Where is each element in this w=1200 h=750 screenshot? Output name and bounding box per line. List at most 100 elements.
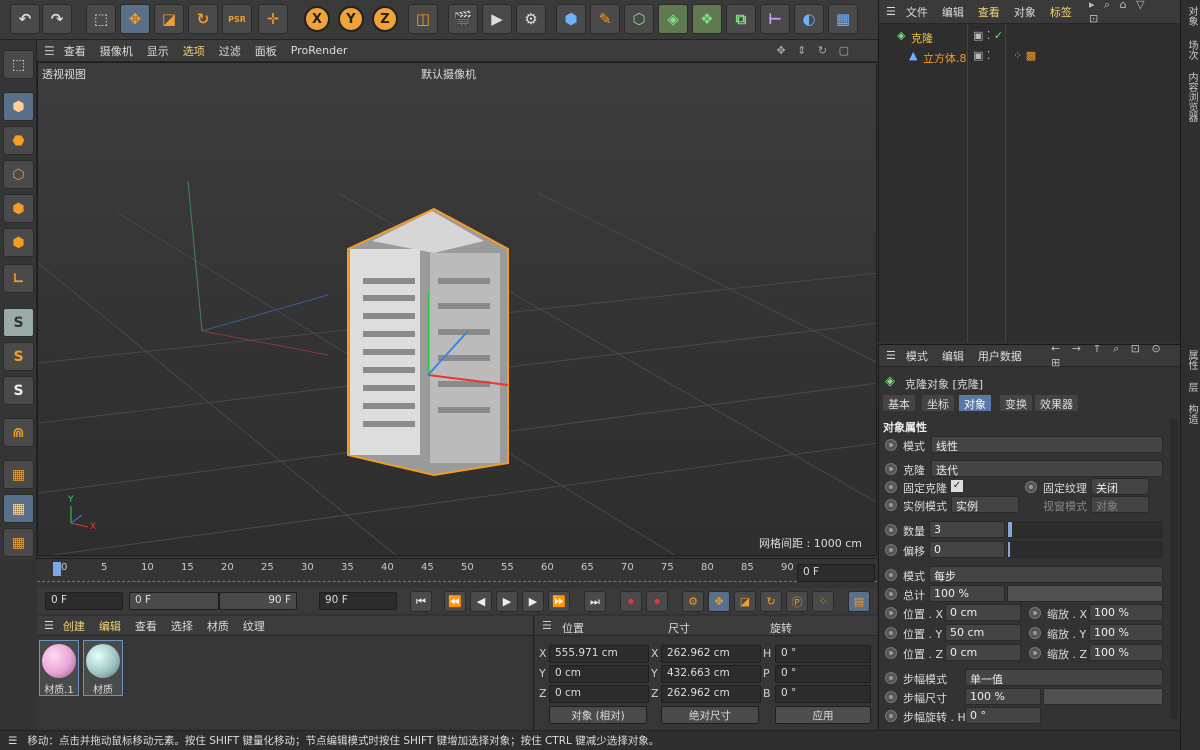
total-field[interactable]: 100 % [929, 585, 1005, 602]
z-axis-button[interactable]: Z [372, 6, 398, 32]
make-editable-icon[interactable]: ⬚ [3, 50, 34, 79]
object-row-cube[interactable]: ▲ 立方体.8 ▣ ⁚ ⁘ ▩ [879, 48, 1179, 66]
render-settings-icon[interactable]: ⚙ [516, 4, 546, 34]
material-item[interactable]: 材质 [83, 640, 123, 696]
side-tab-structure[interactable]: 构造 [1184, 404, 1199, 424]
mode2-select[interactable]: 每步 [929, 566, 1163, 583]
side-tab-attributes[interactable]: 属性 [1184, 350, 1199, 370]
side-tab-layers[interactable]: 层 [1184, 382, 1199, 392]
instance-select[interactable]: 实例 [951, 496, 1019, 513]
material-menu-select[interactable]: 选择 [171, 618, 193, 634]
current-frame-field[interactable]: 0 F [797, 564, 875, 582]
attr-menu-mode[interactable]: 模式 [906, 348, 928, 364]
end-frame-field[interactable]: 90 F [319, 592, 397, 610]
mode-select[interactable]: 线性 [931, 436, 1163, 453]
timeline-ruler[interactable]: 0 5 10 15 20 25 30 35 40 45 50 55 60 65 70 75 80 85 90 0 F [37, 558, 877, 588]
side-tab-takes[interactable]: 场次 [1184, 40, 1199, 60]
floor-icon[interactable]: ▦ [828, 4, 858, 34]
cloner-icon[interactable]: ◈ [658, 4, 688, 34]
play-icon[interactable]: ▶ [496, 591, 518, 612]
record-icon[interactable]: ⏺ [620, 591, 642, 612]
point-mode-icon[interactable]: ⬡ [3, 160, 34, 189]
attr-nav-icons[interactable]: ← → ↑ ⌕ ⊡ ⊙ ⊞ [1051, 345, 1166, 369]
step-rotation-field[interactable]: 0 ° [965, 707, 1041, 724]
timeline-icon[interactable]: ▤ [848, 591, 870, 612]
object-menu-objects[interactable]: 对象 [1014, 4, 1036, 20]
key-parameter-icon[interactable]: Ⓟ [786, 591, 808, 612]
render-picture-icon[interactable]: ▶ [482, 4, 512, 34]
clone-select[interactable]: 迭代 [931, 460, 1163, 477]
pos-y-field[interactable]: 50 cm [945, 624, 1021, 641]
object-menu-file[interactable]: 文件 [906, 4, 928, 20]
viewport-menu-camera[interactable]: 摄像机 [100, 43, 133, 59]
range-end-field[interactable]: 90 F [219, 592, 297, 610]
rotation-p-field[interactable]: 0 ° [775, 665, 871, 683]
pen-icon[interactable]: ✎ [590, 4, 620, 34]
viewport-menu-prorender[interactable]: ProRender [291, 44, 348, 57]
subdivision-icon[interactable]: ⬡ [624, 4, 654, 34]
material-menu-view[interactable]: 查看 [135, 618, 157, 634]
redo-icon[interactable]: ↷ [42, 4, 72, 34]
key-scale-icon[interactable]: ◪ [734, 591, 756, 612]
key-pla-icon[interactable]: ⁘ [812, 591, 834, 612]
polygon-mode-icon[interactable]: ⬢ [3, 228, 34, 257]
viewport-menu-display[interactable]: 显示 [147, 43, 169, 59]
total-slider[interactable] [1007, 585, 1163, 602]
viewport-mode-select[interactable]: 对象 [1091, 496, 1149, 513]
attribute-scrollbar[interactable] [1170, 419, 1178, 719]
object-row-cloner[interactable]: ◈ 克隆 ▣ ⁚ ✓ [879, 28, 1179, 46]
coord-mode-select[interactable]: 对象 (相对) [549, 706, 647, 724]
mograph-icon[interactable]: ⧉ [726, 4, 756, 34]
go-end-icon[interactable]: ⏭ [584, 591, 606, 612]
menu-icon[interactable]: ☰ [886, 349, 896, 362]
object-menu-edit[interactable]: 编辑 [942, 4, 964, 20]
visibility-icon[interactable]: ▣ ⁚ [973, 49, 990, 62]
add-tool-icon[interactable]: ✛ [258, 4, 288, 34]
material-menu-edit[interactable]: 编辑 [99, 618, 121, 634]
viewport-menu-options[interactable]: 选项 [183, 43, 205, 59]
step-size-field[interactable]: 100 % [965, 688, 1041, 705]
rotation-h-field[interactable]: 0 ° [775, 645, 871, 663]
size-z-field[interactable]: 262.962 cm [661, 685, 761, 703]
offset-slider[interactable] [1007, 541, 1163, 558]
planar-workplane-icon[interactable]: ▦ [3, 528, 34, 557]
viewport[interactable]: 透视视图 默认摄像机 Y X 网格间距: 1000 cm [37, 62, 877, 556]
next-frame-icon[interactable]: ▶ [522, 591, 544, 612]
scale-tool-icon[interactable]: ◪ [154, 4, 184, 34]
selection-tool-icon[interactable]: ⬚ [86, 4, 116, 34]
x-axis-button[interactable]: X [304, 6, 330, 32]
edge-mode-icon[interactable]: ⬢ [3, 194, 34, 223]
environment-icon[interactable]: ◐ [794, 4, 824, 34]
fix-clone-checkbox[interactable]: ✓ [951, 480, 963, 492]
count-slider[interactable] [1007, 521, 1163, 538]
offset-field[interactable]: 0 [929, 541, 1005, 558]
move-tool-icon[interactable]: ✥ [120, 4, 150, 34]
scale-z-field[interactable]: 100 % [1089, 644, 1163, 661]
position-y-field[interactable]: 0 cm [549, 665, 649, 683]
next-key-icon[interactable]: ⏩ [548, 591, 570, 612]
rotation-b-field[interactable]: 0 ° [775, 685, 871, 703]
size-y-field[interactable]: 432.663 cm [661, 665, 761, 683]
object-menu-view[interactable]: 查看 [978, 4, 1000, 20]
snap-icon[interactable]: S [3, 308, 34, 337]
cube-icon[interactable]: ⬢ [556, 4, 586, 34]
position-z-field[interactable]: 0 cm [549, 685, 649, 703]
playhead[interactable] [53, 562, 61, 576]
prev-key-icon[interactable]: ⏪ [444, 591, 466, 612]
tab-basic[interactable]: 基本 [883, 395, 915, 411]
visibility-icon[interactable]: ▣ ⁚ ✓ [973, 29, 1003, 42]
menu-icon[interactable]: ☰ [542, 619, 552, 632]
snap-settings-icon[interactable]: S [3, 342, 34, 371]
step-mode-select[interactable]: 单一值 [965, 669, 1163, 686]
prev-frame-icon[interactable]: ◀ [470, 591, 492, 612]
coordinate-system-icon[interactable]: ◫ [408, 4, 438, 34]
viewport-menu-filter[interactable]: 过滤 [219, 43, 241, 59]
y-axis-button[interactable]: Y [338, 6, 364, 32]
attr-menu-userdata[interactable]: 用户数据 [978, 348, 1022, 364]
pos-x-field[interactable]: 0 cm [945, 604, 1021, 621]
pos-z-field[interactable]: 0 cm [945, 644, 1021, 661]
size-x-field[interactable]: 262.962 cm [661, 645, 761, 663]
menu-icon[interactable]: ☰ [44, 44, 55, 58]
menu-icon[interactable]: ☰ [8, 735, 17, 747]
render-view-icon[interactable]: 🎬 [448, 4, 478, 34]
